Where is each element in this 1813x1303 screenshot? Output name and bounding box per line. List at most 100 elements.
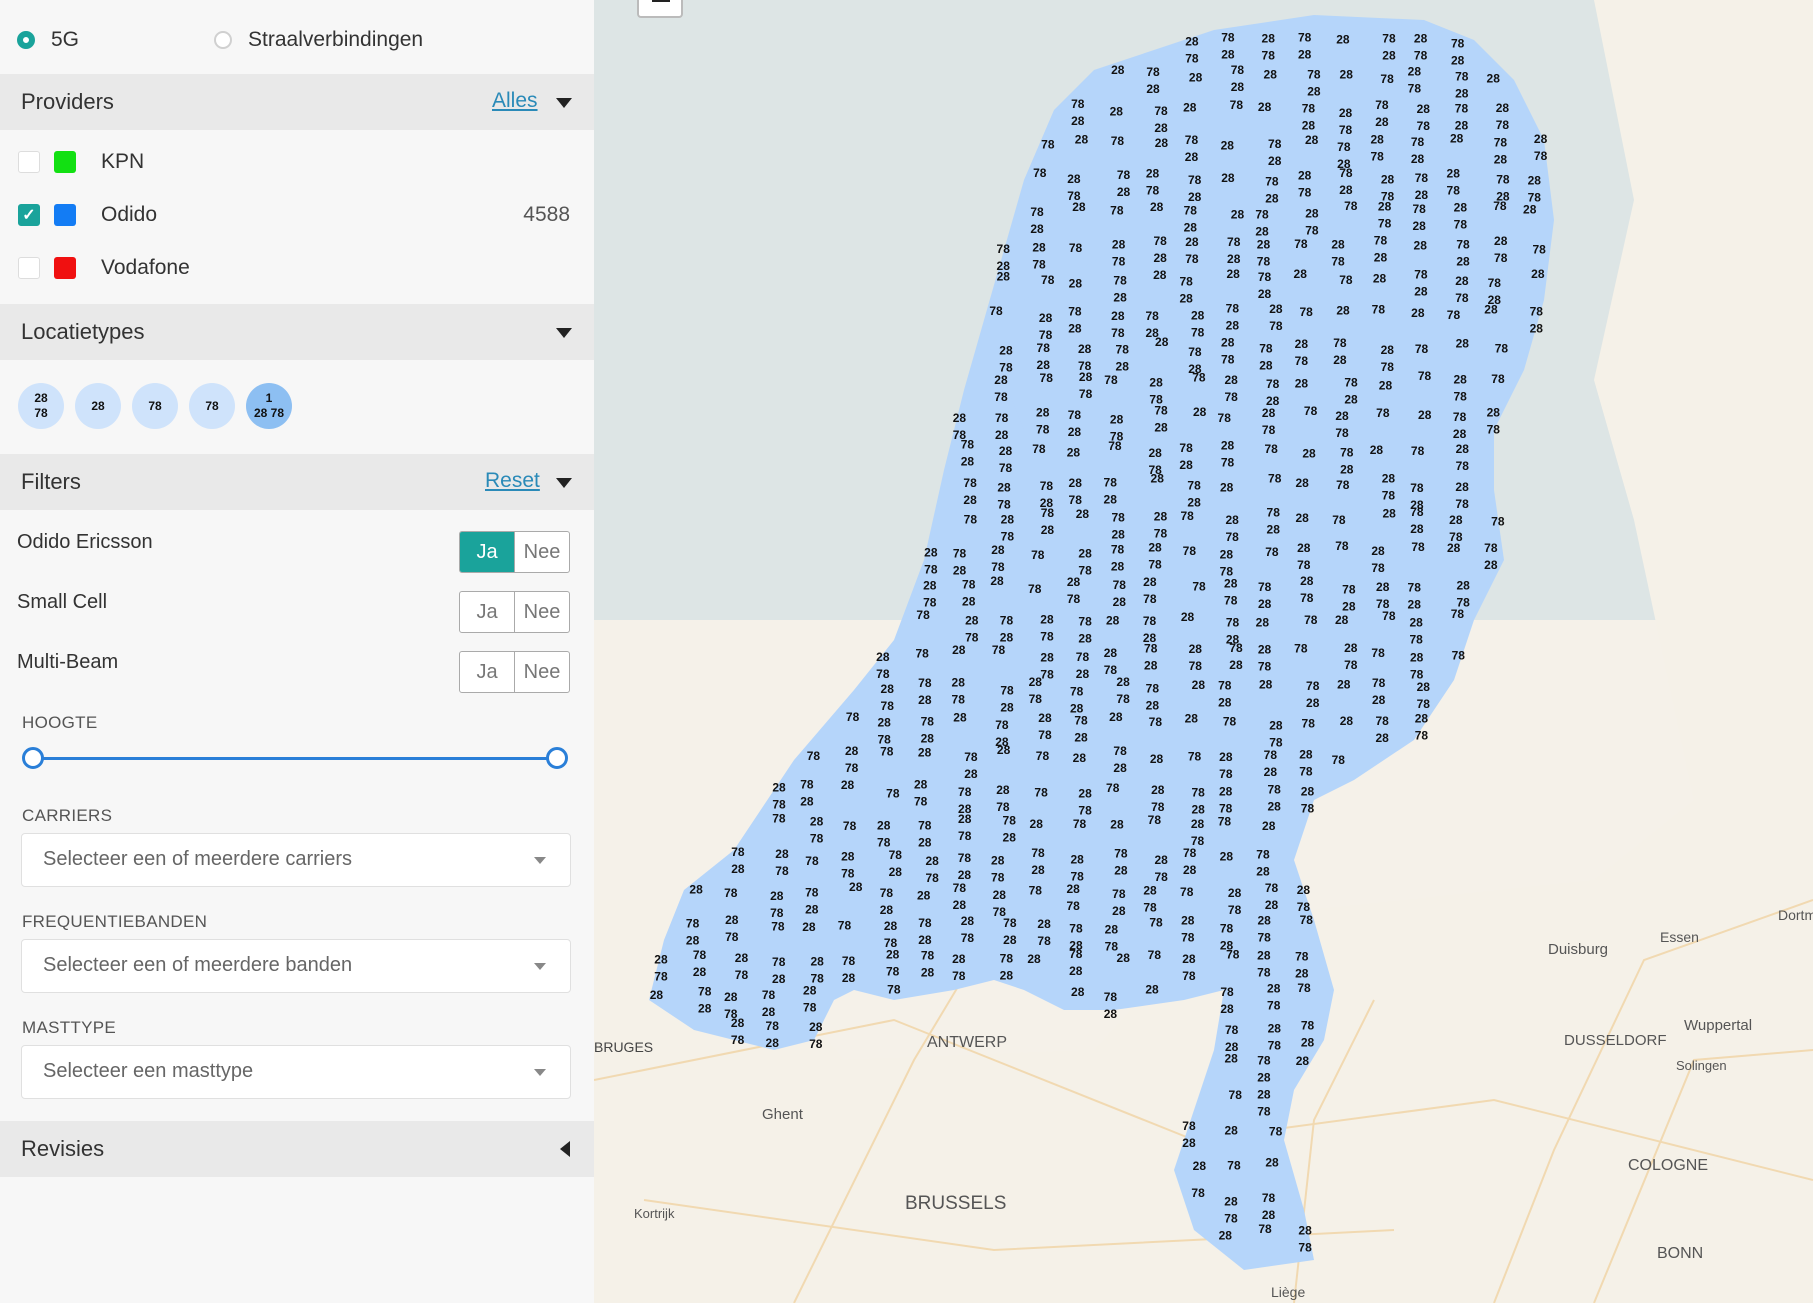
cluster-marker[interactable]: 28 xyxy=(1295,376,1309,390)
zoom-out-button[interactable] xyxy=(637,0,683,18)
cluster-marker[interactable]: 78 xyxy=(1300,913,1314,927)
frequentiebanden-select[interactable]: Selecteer een of meerdere banden xyxy=(21,939,571,993)
cluster-marker[interactable]: 28 xyxy=(917,888,931,902)
cluster-marker[interactable]: 78 xyxy=(1533,242,1547,256)
cluster-marker[interactable]: 28 xyxy=(1302,446,1316,460)
filters-header[interactable]: Filters Reset xyxy=(0,454,594,510)
cluster-marker[interactable]: 28 xyxy=(1150,752,1164,766)
cluster-marker[interactable]: 78 xyxy=(1335,539,1349,553)
cluster-marker[interactable]: 78 xyxy=(843,819,857,833)
map[interactable]: 28 78 78 28 28 78 78 28 28 78 28 28 78 78 28 28 78 28 28 78… xyxy=(594,0,1813,1303)
cluster-marker[interactable]: 28 xyxy=(1336,304,1350,318)
locatietype-button[interactable]: 78 xyxy=(189,383,235,429)
cluster-marker[interactable]: 78 xyxy=(1148,813,1162,827)
cluster-marker[interactable]: 28 xyxy=(1531,267,1545,281)
cluster-marker[interactable]: 28 xyxy=(1193,1159,1207,1173)
cluster-marker[interactable]: 78 xyxy=(1227,1159,1241,1173)
cluster-marker[interactable]: 78 xyxy=(1033,166,1047,180)
cluster-marker[interactable]: 78 xyxy=(805,854,819,868)
cluster-marker[interactable]: 78 xyxy=(1188,749,1202,763)
cluster-marker[interactable]: 28 xyxy=(1294,267,1308,281)
cluster-marker[interactable]: 78 xyxy=(992,643,1006,657)
cluster-marker[interactable]: 78 xyxy=(1380,72,1394,86)
hoogte-slider-track[interactable] xyxy=(33,757,558,760)
cluster-marker[interactable]: 78 xyxy=(1041,138,1055,152)
cluster-marker[interactable]: 28 xyxy=(1110,104,1124,118)
cluster-marker[interactable]: 28 xyxy=(997,269,1011,283)
cluster-marker[interactable]: 28 xyxy=(1379,378,1393,392)
cluster-marker[interactable]: 78 xyxy=(1230,98,1244,112)
cluster-marker[interactable]: 78 xyxy=(1371,646,1385,660)
cluster-marker[interactable]: 78 xyxy=(1269,1124,1283,1138)
cluster-marker[interactable]: 78 xyxy=(989,304,1003,318)
map-canvas[interactable]: 28 78 78 28 28 78 78 28 28 78 28 28 78 78 28 28 78 28 28 78… xyxy=(594,0,1813,1303)
cluster-marker[interactable]: 78 xyxy=(1181,509,1195,523)
cluster-marker[interactable]: 28 xyxy=(1336,33,1350,47)
filters-collapse-icon[interactable] xyxy=(556,478,572,488)
cluster-marker[interactable]: 78 xyxy=(724,886,738,900)
cluster-marker[interactable]: 28 xyxy=(1111,63,1125,77)
cluster-marker[interactable]: 28 xyxy=(1153,268,1167,282)
cluster-marker[interactable]: 78 xyxy=(1149,915,1163,929)
cluster-marker[interactable]: 28 xyxy=(1220,849,1234,863)
providers-all-link[interactable]: Alles xyxy=(492,89,538,113)
provider-vodafone[interactable]: Vodafone xyxy=(18,248,578,288)
cluster-marker[interactable]: 78 xyxy=(1447,308,1461,322)
cluster-marker[interactable]: 28 xyxy=(1382,507,1396,521)
cluster-marker[interactable]: 28 xyxy=(1150,200,1164,214)
cluster-marker[interactable]: 28 xyxy=(1155,335,1169,349)
cluster-marker[interactable]: 28 xyxy=(1340,714,1354,728)
cluster-marker[interactable]: 78 xyxy=(1073,817,1087,831)
cluster-marker[interactable]: 78 xyxy=(1451,607,1465,621)
cluster-marker[interactable]: 28 xyxy=(1340,68,1354,82)
cluster-marker[interactable]: 28 xyxy=(1296,1054,1310,1068)
cluster-marker[interactable]: 78 xyxy=(1336,478,1350,492)
cluster-marker[interactable]: 28 xyxy=(1484,303,1498,317)
cluster-marker[interactable]: 78 xyxy=(1411,444,1425,458)
cluster-marker[interactable]: 78 xyxy=(1034,785,1048,799)
cluster-marker[interactable]: 78 xyxy=(772,811,786,825)
locatietype-button[interactable]: 28 xyxy=(75,383,121,429)
cluster-marker[interactable]: 78 xyxy=(1294,641,1308,655)
cluster-marker[interactable]: 78 xyxy=(1192,580,1206,594)
cluster-marker[interactable]: 78 xyxy=(1223,715,1237,729)
radio-straalverbindingen-dot[interactable] xyxy=(214,31,232,49)
cluster-marker[interactable]: 28 xyxy=(1256,615,1270,629)
cluster-marker[interactable]: 78 xyxy=(807,749,821,763)
cluster-marker[interactable]: 28 xyxy=(1447,541,1461,555)
cluster-marker[interactable]: 28 xyxy=(1265,1155,1279,1169)
cluster-marker[interactable]: 28 xyxy=(1110,818,1124,832)
filters-reset-link[interactable]: Reset xyxy=(485,469,540,493)
cluster-marker[interactable]: 28 xyxy=(1071,985,1085,999)
cluster-marker[interactable]: 78 xyxy=(1265,545,1279,559)
cluster-marker[interactable]: 78 xyxy=(1344,199,1358,213)
revisies-header[interactable]: Revisies xyxy=(0,1121,594,1177)
cluster-marker[interactable]: 28 xyxy=(1155,136,1169,150)
cluster-marker[interactable]: 28 xyxy=(1192,678,1206,692)
cluster-marker[interactable]: 78 xyxy=(1106,781,1120,795)
cluster-marker[interactable]: 28 xyxy=(1414,238,1428,252)
masttype-select[interactable]: Selecteer een masttype xyxy=(21,1045,571,1099)
cluster-marker[interactable]: 28 xyxy=(1231,208,1245,222)
multi-beam-nee[interactable]: Nee xyxy=(514,652,569,692)
cluster-marker[interactable]: 78 xyxy=(1218,814,1232,828)
cluster-marker[interactable]: 78 xyxy=(1041,273,1055,287)
cluster-marker[interactable]: 78 xyxy=(1104,373,1118,387)
cluster-marker[interactable]: 78 xyxy=(1110,204,1124,218)
locatietype-button[interactable]: 28 78 xyxy=(18,383,64,429)
hoogte-slider-min-handle[interactable] xyxy=(22,747,44,769)
cluster-marker[interactable]: 78 xyxy=(1069,241,1083,255)
cluster-marker[interactable]: 78 xyxy=(886,787,900,801)
cluster-marker[interactable]: 28 xyxy=(952,643,966,657)
cluster-marker[interactable]: 78 xyxy=(1268,472,1282,486)
cluster-marker[interactable]: 78 xyxy=(1183,544,1197,558)
cluster-marker[interactable]: 78 xyxy=(1495,342,1509,356)
cluster-marker[interactable]: 28 xyxy=(1069,276,1083,290)
cluster-marker[interactable]: 28 xyxy=(1109,710,1123,724)
cluster-marker[interactable]: 28 xyxy=(1220,481,1234,495)
providers-collapse-icon[interactable] xyxy=(556,98,572,108)
multi-beam-ja[interactable]: Ja xyxy=(460,652,514,692)
cluster-marker[interactable]: 78 xyxy=(1304,404,1318,418)
cluster-marker[interactable]: 28 xyxy=(1076,507,1090,521)
cluster-marker[interactable]: 78 xyxy=(1192,371,1206,385)
